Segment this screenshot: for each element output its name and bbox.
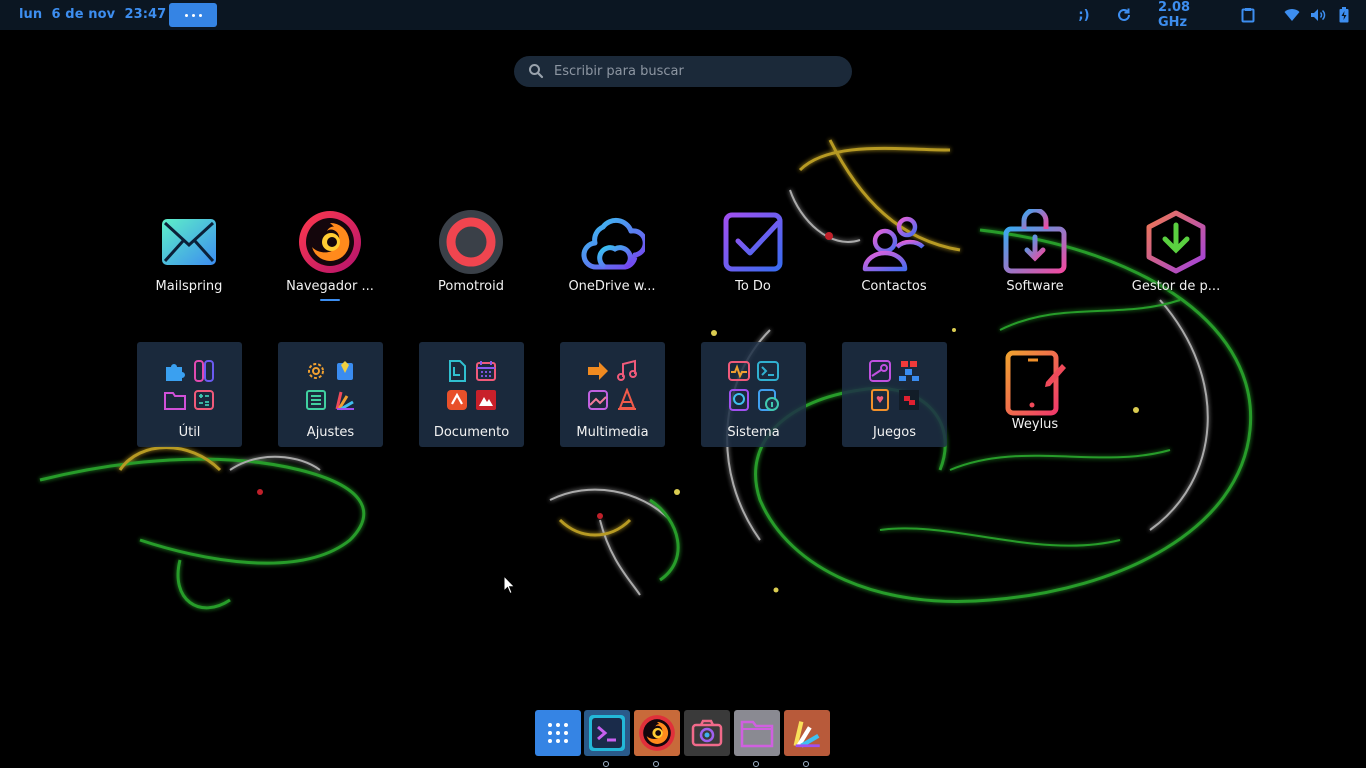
- running-dot: [603, 761, 609, 767]
- app-gestor-paquetes[interactable]: Gestor de p...: [1121, 209, 1231, 319]
- folder-label: Útil: [178, 425, 201, 440]
- desktop-screen: lun 6 de nov 23:47 ;) 2.08 GHz Escribir …: [0, 0, 1366, 768]
- presentation-icon: [443, 385, 472, 414]
- running-dot: [803, 761, 809, 767]
- app-label: Pomotroid: [438, 279, 504, 294]
- disk-info-icon: [754, 385, 783, 414]
- app-label: Weylus: [1011, 417, 1059, 432]
- app-label: Gestor de p...: [1131, 279, 1221, 294]
- terminal-icon: [589, 715, 625, 751]
- dock-screenshot[interactable]: [684, 710, 730, 756]
- app-navegador[interactable]: Navegador ...: [275, 209, 385, 319]
- app-grid-icon: [548, 723, 568, 743]
- folder-juegos[interactable]: Juegos: [842, 342, 947, 447]
- app-todo[interactable]: To Do: [698, 209, 808, 319]
- document-icon: [443, 356, 472, 385]
- dock-show-apps[interactable]: [535, 710, 581, 756]
- dot: [191, 13, 195, 17]
- tablet-pen-icon: [1005, 350, 1066, 416]
- dock-firefox[interactable]: [634, 710, 680, 756]
- pomotroid-icon: [439, 210, 503, 274]
- app-software[interactable]: Software: [980, 209, 1090, 319]
- folder-label: Ajustes: [306, 425, 355, 440]
- folder-documento[interactable]: Documento: [419, 342, 524, 447]
- arrow-right-icon: [584, 356, 613, 385]
- package-manager-icon: [1146, 210, 1206, 274]
- blocks-game-icon: [895, 356, 924, 385]
- cards-game-icon: [866, 385, 895, 414]
- app-mailspring[interactable]: Mailspring: [134, 209, 244, 319]
- dot: [184, 13, 188, 17]
- mail-icon: [162, 219, 216, 265]
- terminal-icon: [754, 356, 783, 385]
- tetris-icon: [895, 385, 924, 414]
- wifi-icon[interactable]: [1282, 0, 1302, 30]
- cpu-frequency[interactable]: 2.08 GHz: [1158, 0, 1218, 30]
- volume-icon[interactable]: [1308, 0, 1328, 30]
- search-input[interactable]: [554, 56, 844, 87]
- clock[interactable]: lun 6 de nov 23:47: [19, 7, 166, 22]
- image-viewer-icon: [584, 385, 613, 414]
- pdf-viewer-icon: [472, 385, 501, 414]
- switch-icon: [190, 356, 219, 385]
- puzzle-icon: [161, 356, 190, 385]
- calendar-icon: [472, 356, 501, 385]
- dock-files[interactable]: [734, 710, 780, 756]
- top-panel: lun 6 de nov 23:47 ;) 2.08 GHz: [0, 0, 1366, 30]
- folder-icon: [161, 385, 190, 414]
- folder-label: Juegos: [872, 425, 917, 440]
- folder-multimedia[interactable]: Multimedia: [560, 342, 665, 447]
- contacts-icon: [862, 216, 925, 272]
- firefox-icon: [299, 211, 361, 273]
- folder-sistema[interactable]: Sistema: [701, 342, 806, 447]
- dock: [534, 710, 832, 767]
- dot: [198, 13, 202, 17]
- gear-icon: [302, 356, 331, 385]
- folder-label: Multimedia: [576, 425, 649, 440]
- color-palette-icon: [331, 385, 360, 414]
- search-icon: [529, 64, 544, 79]
- steam-icon: [866, 356, 895, 385]
- app-label: OneDrive w...: [568, 279, 656, 294]
- firefox-icon: [639, 715, 675, 751]
- files-folder-icon: [740, 720, 774, 748]
- calculator-icon: [190, 385, 219, 414]
- app-weylus[interactable]: Weylus: [980, 350, 1090, 460]
- system-monitor-icon: [725, 356, 754, 385]
- app-label: Mailspring: [155, 279, 223, 294]
- todo-check-icon: [723, 212, 783, 272]
- app-label: To Do: [735, 279, 771, 294]
- music-note-icon: [613, 356, 642, 385]
- dock-color-palette[interactable]: [784, 710, 830, 756]
- battery-icon[interactable]: [1334, 0, 1354, 30]
- running-indicator: [320, 299, 340, 301]
- app-label: Contactos: [861, 279, 927, 294]
- folder-label: Sistema: [727, 425, 780, 440]
- refresh-icon[interactable]: [1114, 0, 1134, 30]
- indicator-text[interactable]: ;): [1074, 7, 1094, 23]
- mouse-pointer-icon: [503, 575, 516, 595]
- cloud-icon: [581, 217, 645, 270]
- clipboard-icon[interactable]: [1238, 0, 1258, 30]
- vlc-cone-icon: [613, 385, 642, 414]
- app-pomotroid[interactable]: Pomotroid: [416, 209, 526, 319]
- app-onedrive[interactable]: OneDrive w...: [557, 209, 667, 319]
- disk-usage-icon: [725, 385, 754, 414]
- list-settings-icon: [302, 385, 331, 414]
- folder-label: Documento: [433, 425, 510, 440]
- app-contactos[interactable]: Contactos: [839, 209, 949, 319]
- app-label: Navegador ...: [286, 279, 374, 294]
- running-dot: [753, 761, 759, 767]
- app-label: Software: [1006, 279, 1064, 294]
- folder-ajustes[interactable]: Ajustes: [278, 342, 383, 447]
- software-bag-icon: [1003, 209, 1067, 274]
- dock-terminal[interactable]: [584, 710, 630, 756]
- folder-util[interactable]: Útil: [137, 342, 242, 447]
- running-dot: [653, 761, 659, 767]
- search-box[interactable]: [514, 56, 852, 87]
- screenshot-camera-icon: [691, 719, 723, 747]
- color-palette-icon: [793, 721, 820, 748]
- appearance-icon: [331, 356, 360, 385]
- activities-button[interactable]: [169, 3, 217, 27]
